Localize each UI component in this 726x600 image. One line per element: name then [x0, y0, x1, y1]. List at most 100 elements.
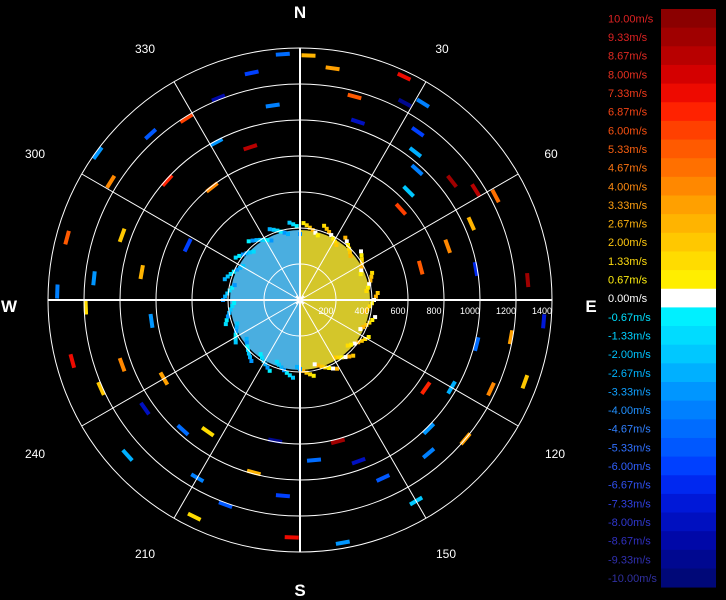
core-speckle — [308, 372, 313, 377]
core-speckle — [274, 359, 279, 364]
core-speckle — [349, 342, 354, 347]
core-speckle — [291, 222, 296, 227]
core-speckle — [358, 272, 363, 277]
core-speckle — [347, 354, 352, 359]
azimuth-label-300: 300 — [25, 147, 45, 161]
core-speckle — [343, 235, 348, 240]
legend-swatch — [661, 176, 716, 196]
legend-swatch — [661, 326, 716, 346]
core-speckle — [364, 289, 369, 293]
label-south: S — [294, 581, 305, 600]
label-west: W — [1, 297, 18, 316]
core-speckle — [336, 355, 340, 360]
core-speckle — [359, 249, 363, 254]
legend-label: -3.33m/s — [608, 386, 651, 398]
legend-label: 3.33m/s — [608, 200, 648, 212]
legend-swatch — [661, 64, 716, 84]
legend-swatch — [661, 307, 716, 327]
core-speckle — [370, 270, 375, 275]
core-speckle — [234, 325, 239, 330]
echo-gate — [55, 284, 60, 299]
legend-swatch — [661, 419, 716, 439]
range-label: 600 — [390, 306, 405, 316]
core-speckle — [359, 253, 364, 258]
legend-label: 4.67m/s — [608, 163, 648, 175]
core-speckle — [237, 253, 242, 258]
echo-gate — [301, 53, 316, 58]
core-speckle — [232, 283, 237, 288]
core-speckle — [251, 249, 256, 254]
legend-label: -1.33m/s — [608, 330, 651, 342]
legend-label: 8.00m/s — [608, 69, 648, 81]
core-speckle — [358, 327, 363, 332]
core-speckle — [248, 355, 252, 360]
core-speckle — [223, 322, 228, 327]
range-label: 1200 — [496, 306, 516, 316]
legend-label: 5.33m/s — [608, 144, 648, 156]
core-speckle — [345, 343, 350, 348]
azimuth-label-30: 30 — [435, 42, 449, 56]
legend-swatch — [661, 9, 716, 29]
label-north: N — [294, 3, 306, 22]
legend-swatch — [661, 232, 716, 252]
velocity-legend: 10.00m/s 9.33m/s 8.67m/s 8.00m/s 7.33m/s 6.87… — [608, 9, 716, 588]
legend-label: -2.67m/s — [608, 368, 651, 380]
legend-swatch — [661, 437, 716, 457]
azimuth-label-210: 210 — [135, 547, 155, 561]
legend-label: 6.00m/s — [608, 125, 648, 137]
legend-swatch — [661, 344, 716, 364]
legend-label: 2.67m/s — [608, 219, 648, 231]
azimuth-label-240: 240 — [25, 447, 45, 461]
legend-swatch — [661, 158, 716, 178]
range-label: 800 — [426, 306, 441, 316]
range-label: 1400 — [532, 306, 552, 316]
legend-label: 7.33m/s — [608, 88, 648, 100]
radar-ppi-chart: N E S W 30 60 120 150 210 240 300 330 20… — [0, 0, 726, 600]
core-speckle — [271, 227, 276, 232]
legend-label: -2.00m/s — [608, 349, 651, 361]
core-speckle — [249, 359, 254, 363]
core-speckle — [244, 340, 249, 345]
legend-swatch — [661, 512, 716, 532]
legend-swatch — [661, 214, 716, 234]
legend-label: -8.67m/s — [608, 536, 651, 548]
core-speckle — [311, 373, 316, 378]
legend-swatch — [661, 288, 716, 308]
range-label: 200 — [318, 306, 333, 316]
core-speckle — [224, 318, 229, 323]
legend-swatch — [661, 195, 716, 215]
radar-center-marker — [295, 295, 305, 305]
legend-swatch — [661, 531, 716, 551]
legend-swatch — [661, 400, 716, 420]
legend-label: -5.33m/s — [608, 442, 651, 454]
legend-label: 6.87m/s — [608, 107, 648, 119]
core-speckle — [334, 242, 339, 247]
legend-swatch — [661, 270, 716, 290]
legend-swatch — [661, 120, 716, 140]
legend-swatch — [661, 382, 716, 402]
range-label: 400 — [354, 306, 369, 316]
core-speckle — [369, 274, 374, 279]
label-east: E — [585, 297, 596, 316]
legend-label: 2.00m/s — [608, 237, 648, 249]
core-speckle — [359, 268, 364, 273]
core-speckle — [351, 353, 356, 358]
core-speckle — [233, 340, 238, 345]
legend-swatch — [661, 27, 716, 47]
core-speckle — [233, 255, 238, 260]
legend-label: -10.00m/s — [608, 573, 657, 585]
azimuth-label-150: 150 — [436, 547, 456, 561]
core-speckle — [269, 238, 274, 243]
core-speckle — [232, 301, 237, 305]
core-speckle — [348, 253, 353, 258]
range-label: 1000 — [460, 306, 480, 316]
legend-swatch — [661, 251, 716, 271]
legend-label: 4.00m/s — [608, 181, 648, 193]
legend-label: 8.67m/s — [608, 51, 648, 63]
core-speckle — [287, 220, 292, 225]
core-speckle — [312, 362, 317, 367]
legend-swatch — [661, 456, 716, 476]
core-speckle — [267, 227, 272, 232]
azimuth-label-330: 330 — [135, 42, 155, 56]
echo-gate — [284, 535, 299, 540]
